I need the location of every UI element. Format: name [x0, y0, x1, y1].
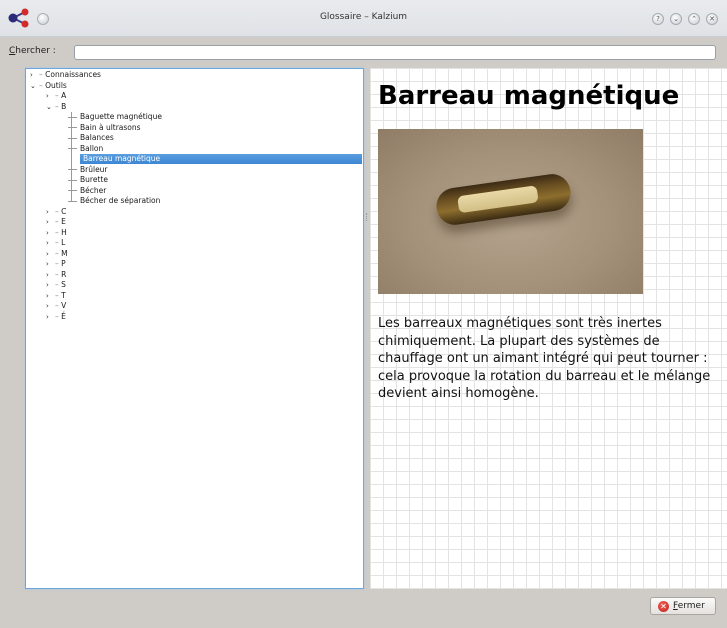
- tree-item-label: R: [61, 269, 67, 279]
- minimize-button[interactable]: ⌄: [670, 13, 682, 25]
- tree-item-label: L: [61, 238, 66, 247]
- tree-leaf-item[interactable]: Ballon: [68, 144, 103, 154]
- tree-item-label: Ballon: [80, 143, 104, 153]
- splitter-grip: [366, 213, 369, 221]
- tree-item-label: Bain à ultrasons: [80, 122, 141, 132]
- tree-connector: [68, 116, 77, 118]
- tree-leaf-item[interactable]: Bécher de séparation: [68, 196, 160, 206]
- tree-item-label: Balances: [80, 133, 114, 142]
- panel-splitter[interactable]: [365, 68, 369, 589]
- tree-item-label: S: [61, 280, 66, 289]
- expand-arrow-icon[interactable]: ›: [46, 217, 55, 227]
- tree-item-label: Connaissances: [45, 70, 101, 79]
- tree-item-label: P: [61, 259, 66, 268]
- tree-connector: [68, 127, 77, 128]
- tree-item-label: É: [61, 311, 66, 321]
- tree-leaf-item[interactable]: Barreau magnétique: [80, 154, 362, 164]
- collapse-arrow-icon[interactable]: ⌄: [30, 81, 39, 91]
- expand-arrow-icon[interactable]: ›: [46, 91, 55, 101]
- expand-arrow-icon[interactable]: ›: [46, 207, 55, 217]
- entry-view: Barreau magnétique Les barreaux magnétiq…: [370, 68, 727, 589]
- stir-bar-shape: [434, 171, 573, 228]
- tree-branch-item[interactable]: › – L: [46, 238, 65, 248]
- tree-item-label: Bécher: [80, 185, 107, 195]
- help-button[interactable]: ?: [652, 13, 664, 25]
- tree-item-label: Bécher de séparation: [80, 196, 161, 205]
- close-icon: ✕: [658, 601, 669, 612]
- tree-connector: [68, 148, 77, 149]
- expand-arrow-icon[interactable]: ›: [46, 280, 55, 290]
- tree-leaf-item[interactable]: Bécher: [68, 186, 106, 196]
- maximize-button[interactable]: ⌃: [688, 13, 700, 25]
- tree-branch-item[interactable]: › – C: [46, 207, 66, 217]
- tree-connector: [68, 200, 77, 202]
- tree-item-label: Outils: [45, 80, 67, 90]
- collapse-arrow-icon[interactable]: ⌄: [46, 102, 55, 112]
- tree-leaf-item[interactable]: Balances: [68, 133, 114, 143]
- close-window-button[interactable]: ✕: [706, 13, 718, 25]
- tree-item-label: Baguette magnétique: [80, 112, 162, 121]
- tree-item-label: H: [61, 227, 67, 237]
- close-button[interactable]: ✕ Fermer: [650, 597, 716, 615]
- tree-item-label: V: [61, 301, 67, 310]
- tree-branch-item[interactable]: › – Connaissances: [30, 70, 101, 80]
- tree-branch-item[interactable]: › – E: [46, 217, 66, 227]
- tree-item-label: E: [61, 217, 66, 226]
- search-input[interactable]: [74, 45, 716, 60]
- tree-item-label: A: [61, 91, 67, 100]
- entry-description: Les barreaux magnétiques sont très inert…: [378, 316, 711, 401]
- title-bar: Glossaire – Kalzium ? ⌄ ⌃ ✕: [0, 0, 727, 37]
- tree-leaf-item[interactable]: Brûleur: [68, 165, 108, 175]
- tree-branch-item[interactable]: ⌄ – Outils: [30, 81, 67, 91]
- tree-connector: [71, 112, 72, 202]
- tree-item-label: M: [61, 248, 68, 258]
- expand-arrow-icon[interactable]: ›: [46, 249, 55, 259]
- search-label: Chercher :: [9, 46, 56, 56]
- entry-title: Barreau magnétique: [378, 81, 680, 111]
- tree-branch-item[interactable]: › – É: [46, 312, 66, 322]
- tree-item-label: T: [61, 290, 66, 300]
- tree-branch-item[interactable]: › – S: [46, 280, 66, 290]
- tree-item-label: Barreau magnétique: [83, 154, 161, 163]
- tree-leaf-item[interactable]: Burette: [68, 175, 108, 185]
- expand-arrow-icon[interactable]: ›: [46, 270, 55, 280]
- window-title: Glossaire – Kalzium: [319, 12, 408, 22]
- tree-item-label: C: [61, 206, 67, 216]
- expand-arrow-icon[interactable]: ›: [46, 291, 55, 301]
- tree-branch-item[interactable]: ⌄ – B: [46, 102, 66, 112]
- tree-branch-item[interactable]: › – M: [46, 249, 68, 259]
- expand-arrow-icon[interactable]: ›: [46, 301, 55, 311]
- tree-connector: [68, 169, 77, 170]
- glossary-tree[interactable]: › – Connaissances ⌄ – Outils › – A ⌄ – B Baguett…: [25, 68, 364, 589]
- tree-branch-item[interactable]: › – P: [46, 259, 66, 269]
- tree-branch-item[interactable]: › – R: [46, 270, 66, 280]
- tree-leaf-item[interactable]: Bain à ultrasons: [68, 123, 141, 133]
- expand-arrow-icon[interactable]: ›: [30, 70, 39, 80]
- tree-item-label: B: [61, 101, 67, 111]
- expand-arrow-icon[interactable]: ›: [46, 228, 55, 238]
- tree-branch-item[interactable]: › – V: [46, 301, 66, 311]
- tree-branch-item[interactable]: › – H: [46, 228, 67, 238]
- tree-leaf-item[interactable]: Baguette magnétique: [68, 112, 162, 122]
- expand-arrow-icon[interactable]: ›: [46, 238, 55, 248]
- tree-branch-item[interactable]: › – A: [46, 91, 66, 101]
- tree-item-label: Brûleur: [80, 164, 108, 174]
- tree-connector: [68, 137, 77, 139]
- tree-item-label: Burette: [80, 175, 108, 184]
- tree-connector: [68, 190, 77, 191]
- expand-arrow-icon[interactable]: ›: [46, 259, 55, 269]
- expand-arrow-icon[interactable]: ›: [46, 312, 55, 322]
- tree-connector: [68, 179, 77, 181]
- magnetic-stir-bar-photo: [378, 129, 643, 294]
- tree-branch-item[interactable]: › – T: [46, 291, 66, 301]
